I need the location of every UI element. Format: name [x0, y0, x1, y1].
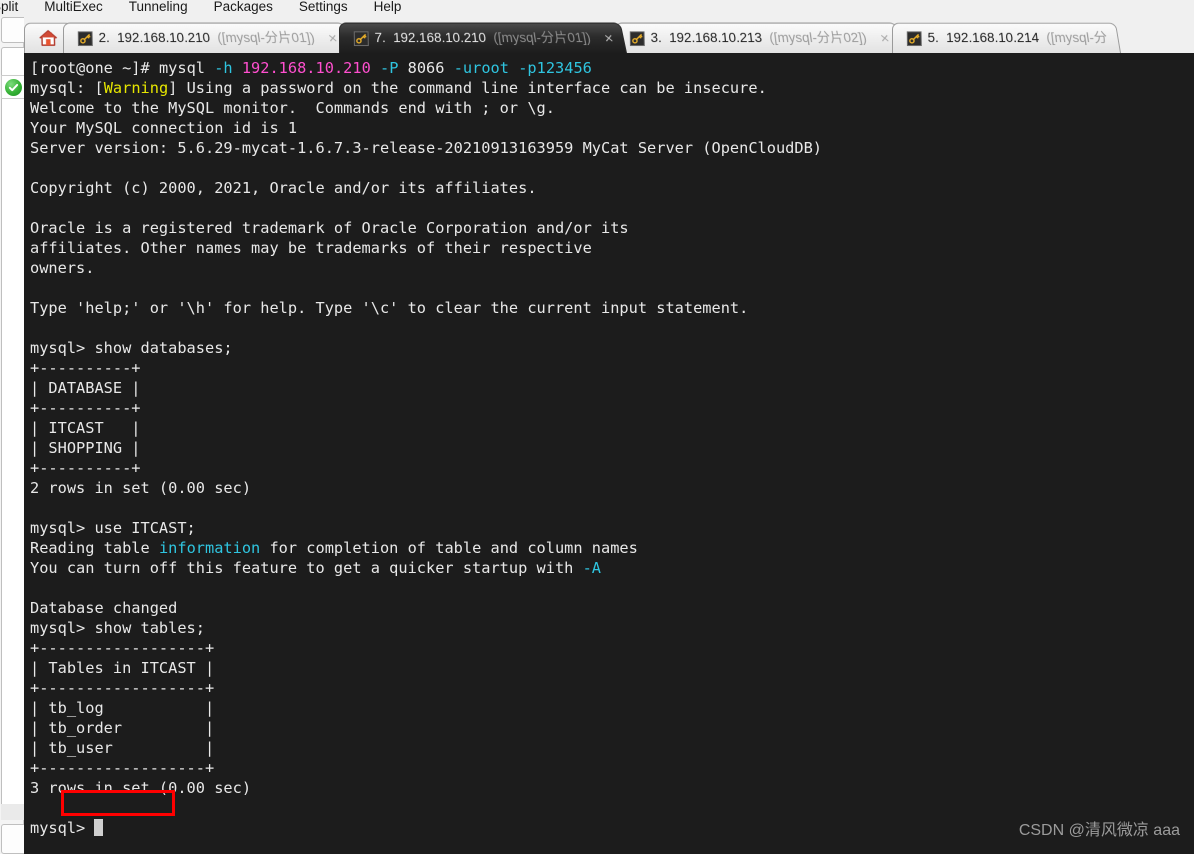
db-table-border-mid: +----------+ [30, 399, 141, 417]
db-table-border-bottom: +----------+ [30, 459, 141, 477]
menu-item-packages[interactable]: Packages [201, 0, 286, 17]
terminal-cmd-use-itcast: mysql> use ITCAST; [30, 519, 196, 537]
terminal-final-prompt: mysql> [30, 819, 95, 837]
menu-item-multiexec[interactable]: MultiExec [31, 0, 116, 17]
tab-session-2[interactable]: 2. 192.168.10.210 ([mysql-分片01]) × [63, 22, 352, 53]
tb-table-header: | Tables in ITCAST | [30, 659, 215, 677]
terminal-line-connection-id: Your MySQL connection id is 1 [30, 119, 298, 137]
tab-label: 5. 192.168.10.214 ([mysql-分 [926, 30, 1108, 46]
terminal-line-warning: mysql: [Warning] Using a password on the… [30, 79, 767, 97]
terminal-cmd-show-databases: mysql> show databases; [30, 339, 233, 357]
db-table-row: | SHOPPING | [30, 439, 141, 457]
terminal-app-window: Split MultiExec Tunneling Packages Setti… [0, 0, 1194, 854]
db-rows-count: 2 rows in set (0.00 sec) [30, 479, 252, 497]
tb-table-border-mid: +------------------+ [30, 679, 215, 697]
terminal-cmd-show-tables: mysql> show tables; [30, 619, 205, 637]
tab-session-5[interactable]: 5. 192.168.10.214 ([mysql-分 [891, 22, 1121, 53]
tb-table-border-bottom: +------------------+ [30, 759, 215, 777]
connection-status-indicator[interactable] [1, 75, 25, 99]
terminal-line-database-changed: Database changed [30, 599, 178, 617]
terminal-cursor [94, 819, 104, 836]
terminal-key-icon [77, 30, 93, 46]
terminal-line-prompt: [root@one ~]# mysql -h 192.168.10.210 -P… [30, 59, 592, 77]
terminal-line-turnoff: You can turn off this feature to get a q… [30, 559, 601, 577]
tab-strip: 2. 192.168.10.210 ([mysql-分片01]) × 7. 19… [24, 17, 1194, 53]
tb-table-row-tb-user: | tb_user | [30, 739, 215, 757]
menu-bar: Split MultiExec Tunneling Packages Setti… [0, 0, 1194, 17]
terminal-line-help: Type 'help;' or '\h' for help. Type '\c'… [30, 299, 749, 317]
menu-item-help[interactable]: Help [361, 0, 415, 17]
db-table-border-top: +----------+ [30, 359, 141, 377]
tb-table-row-tb-order: | tb_order | [30, 719, 215, 737]
tab-label: 2. 192.168.10.210 ([mysql-分片01]) [98, 30, 316, 46]
tab-session-3[interactable]: 3. 192.168.10.213 ([mysql-分片02]) × [615, 22, 904, 53]
home-icon [39, 30, 58, 47]
tb-rows-count: 3 rows in set (0.00 sec) [30, 779, 252, 797]
terminal-line-copyright: Copyright (c) 2000, 2021, Oracle and/or … [30, 179, 537, 197]
watermark-text: CSDN @清风微凉 aaa [1018, 822, 1180, 839]
tb-table-row-tb-log: | tb_log | [30, 699, 215, 717]
terminal-output-pane[interactable]: [root@one ~]# mysql -h 192.168.10.210 -P… [24, 53, 1194, 854]
terminal-line-server-version: Server version: 5.6.29-mycat-1.6.7.3-rel… [30, 139, 823, 157]
tab-label: 3. 192.168.10.213 ([mysql-分片02]) [650, 30, 869, 46]
terminal-line-reading-table: Reading table information for completion… [30, 539, 638, 557]
terminal-key-icon [353, 30, 370, 46]
terminal-line-trademark-1: Oracle is a registered trademark of Orac… [30, 219, 629, 237]
tb-table-border-top: +------------------+ [30, 639, 215, 657]
tab-close-icon[interactable]: × [327, 30, 339, 47]
terminal-key-icon [630, 30, 646, 46]
tab-session-7[interactable]: 7. 192.168.10.210 ([mysql-分片01]) × [339, 22, 628, 53]
green-check-icon [4, 78, 22, 96]
terminal-line-trademark-3: owners. [30, 259, 95, 277]
tab-close-icon[interactable]: × [879, 30, 891, 47]
menu-item-tunneling[interactable]: Tunneling [116, 0, 201, 17]
menu-item-split[interactable]: Split [0, 0, 31, 17]
menu-item-settings[interactable]: Settings [286, 0, 361, 17]
left-sidebar [0, 17, 41, 854]
db-table-header: | DATABASE | [30, 379, 141, 397]
tab-close-icon[interactable]: × [603, 30, 615, 47]
terminal-line-trademark-2: affiliates. Other names may be trademark… [30, 239, 592, 257]
terminal-key-icon [906, 30, 922, 46]
db-table-row: | ITCAST | [30, 419, 141, 437]
terminal-text: [root@one ~]# mysql -h 192.168.10.210 -P… [30, 58, 1194, 838]
terminal-line-welcome: Welcome to the MySQL monitor. Commands e… [30, 99, 555, 117]
tab-label: 7. 192.168.10.210 ([mysql-分片01]) [374, 30, 593, 46]
